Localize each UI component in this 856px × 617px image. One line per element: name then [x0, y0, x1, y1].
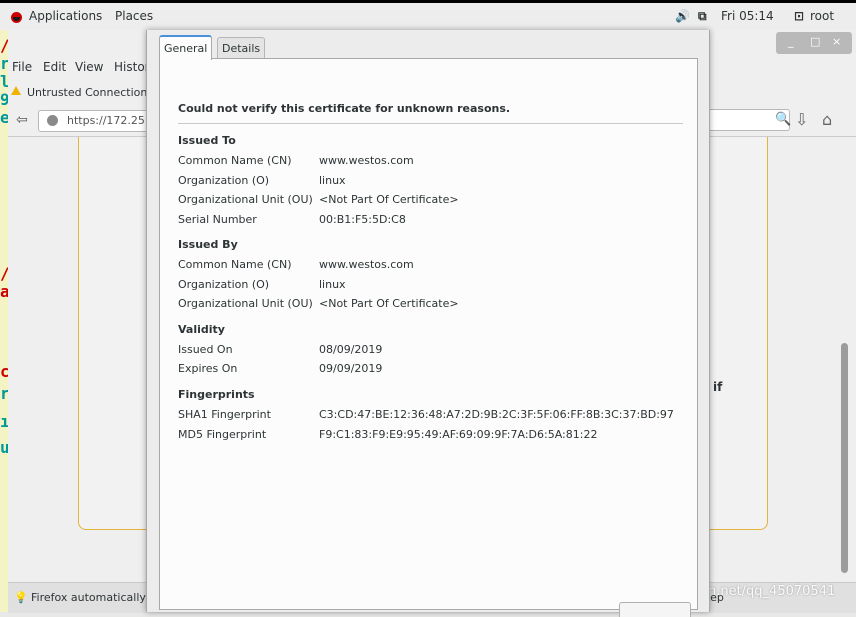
field-label: Expires On: [178, 362, 238, 375]
verification-warning: Could not verify this certificate for un…: [178, 102, 511, 115]
field-label: Organizational Unit (OU): [178, 193, 313, 206]
user-icon: ⊡: [794, 9, 805, 23]
field-label: Issued On: [178, 343, 233, 356]
field-value: 08/09/2019: [319, 343, 383, 356]
field-value: linux: [319, 278, 346, 291]
tab-title: Untrusted Connection: [27, 86, 148, 99]
applications-menu[interactable]: Applications: [29, 9, 102, 23]
section-validity: Validity: [178, 323, 225, 336]
field-value: C3:CD:47:BE:12:36:48:A7:2D:9B:2C:3F:5F:0…: [319, 408, 674, 421]
menu-view[interactable]: View: [75, 60, 103, 74]
url-text: https://172.25: [67, 114, 145, 127]
background-window-sliver: / r l 9 e / a c r ı u: [0, 30, 10, 612]
certificate-viewer-dialog: General Details Could not verify this ce…: [146, 30, 710, 617]
field-label: Common Name (CN): [178, 258, 292, 271]
field-value: <Not Part Of Certificate>: [319, 193, 459, 206]
notification-text: Firefox automatically: [31, 591, 146, 604]
field-label: Organization (O): [178, 278, 270, 291]
download-icon[interactable]: ⇩: [795, 110, 808, 129]
tab-details-label: Details: [222, 42, 261, 55]
field-value: www.westos.com: [319, 258, 414, 271]
maximize-button[interactable]: □: [810, 35, 820, 48]
warning-icon: [11, 86, 21, 95]
section-fingerprints: Fingerprints: [178, 388, 255, 401]
places-menu[interactable]: Places: [115, 9, 153, 23]
field-value: linux: [319, 174, 346, 187]
minimize-button[interactable]: _: [788, 35, 794, 48]
field-label: Organizational Unit (OU): [178, 297, 313, 310]
globe-icon: [47, 115, 58, 126]
separator: [178, 123, 683, 124]
browser-tab[interactable]: Untrusted Connection: [8, 82, 148, 104]
screen-edge: [0, 0, 856, 3]
close-button[interactable]: ×: [832, 35, 841, 48]
window-controls: _ □ ×: [776, 32, 852, 54]
clock[interactable]: Fri 05:14: [721, 9, 774, 23]
search-icon[interactable]: 🔍: [775, 112, 791, 127]
field-label: SHA1 Fingerprint: [178, 408, 271, 421]
speaker-icon[interactable]: 🔊: [675, 9, 690, 23]
general-panel: Could not verify this certificate for un…: [159, 58, 698, 610]
field-label: MD5 Fingerprint: [178, 428, 267, 441]
field-label: Common Name (CN): [178, 154, 292, 167]
network-icon[interactable]: ⧉: [698, 9, 707, 24]
field-value: 00:B1:F5:5D:C8: [319, 213, 406, 226]
close-dialog-button[interactable]: [619, 602, 691, 617]
info-icon: 💡: [14, 591, 28, 604]
field-value: 09/09/2019: [319, 362, 383, 375]
back-arrow-icon[interactable]: ⇦: [16, 112, 28, 128]
field-value: www.westos.com: [319, 154, 414, 167]
user-menu[interactable]: root: [810, 9, 834, 23]
section-issued-by: Issued By: [178, 238, 238, 251]
field-value: F9:C1:83:F9:E9:95:49:AF:69:09:9F:7A:D6:5…: [319, 428, 598, 441]
home-icon[interactable]: ⌂: [822, 110, 832, 129]
field-label: Organization (O): [178, 174, 270, 187]
field-label: Serial Number: [178, 213, 257, 226]
error-text-fragment: if: [713, 380, 723, 394]
scrollbar[interactable]: [841, 343, 848, 573]
top-bar: Applications Places 🔊 ⧉ Fri 05:14 ⊡ root: [0, 0, 856, 31]
tab-general-label: General: [164, 42, 208, 55]
tab-general[interactable]: General: [159, 35, 213, 60]
section-issued-to: Issued To: [178, 134, 236, 147]
menu-file[interactable]: File: [12, 60, 32, 74]
search-box[interactable]: 🔍: [708, 109, 791, 131]
menu-edit[interactable]: Edit: [43, 60, 66, 74]
url-bar[interactable]: https://172.25: [38, 110, 152, 132]
menu-history[interactable]: Histor: [114, 60, 150, 74]
tab-details[interactable]: Details: [217, 37, 266, 58]
field-value: <Not Part Of Certificate>: [319, 297, 459, 310]
redhat-logo-icon: [11, 12, 22, 23]
